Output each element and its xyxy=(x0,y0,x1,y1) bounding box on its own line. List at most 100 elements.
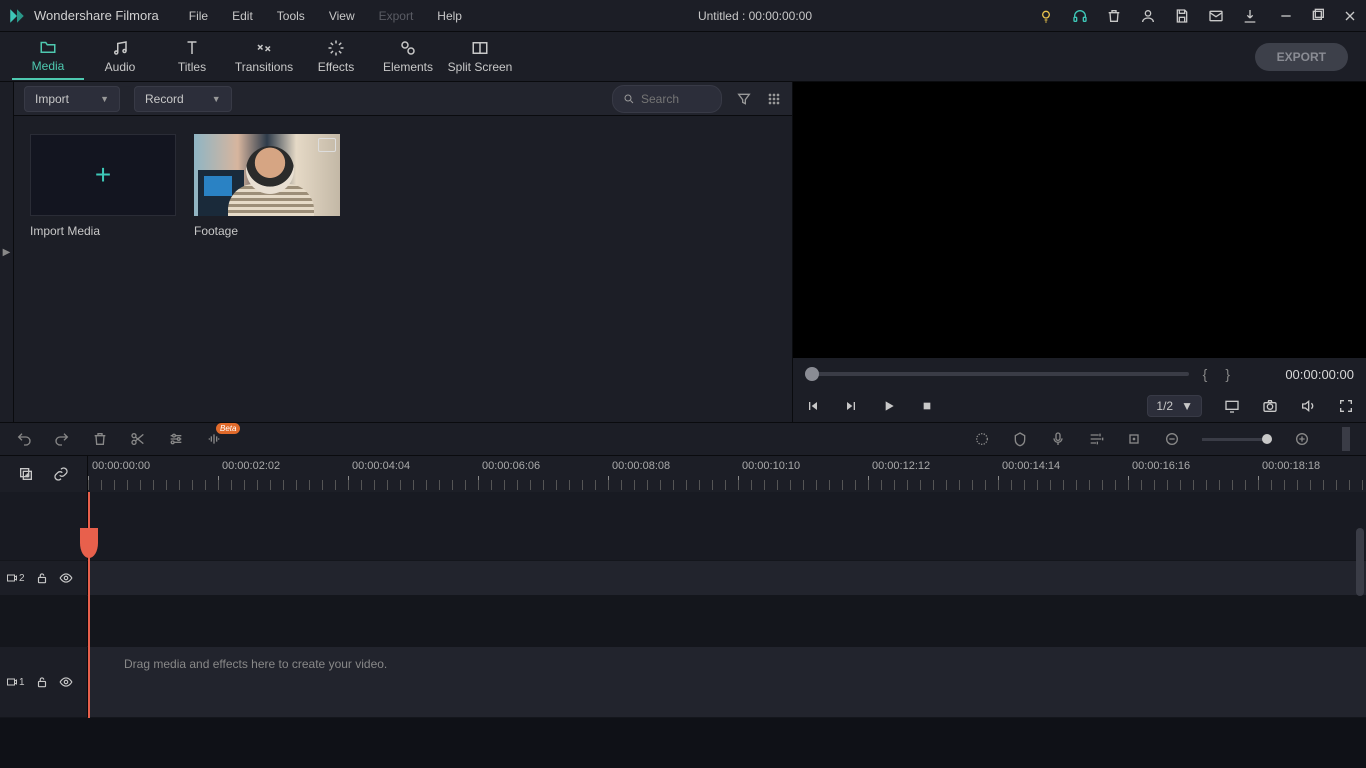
record-dropdown[interactable]: Record ▼ xyxy=(134,86,232,112)
search-input[interactable] xyxy=(641,92,711,106)
lock-icon[interactable] xyxy=(35,571,49,585)
preview-viewport[interactable] xyxy=(793,82,1366,358)
timeline-header: 00:00:00:00 00:00:02:02 00:00:04:04 00:0… xyxy=(0,456,1366,492)
filter-icon[interactable] xyxy=(736,91,752,107)
track-row-1[interactable]: 1 Drag media and effects here to create … xyxy=(0,646,1366,718)
media-clip-footage[interactable]: Footage xyxy=(194,134,340,238)
ruler-label: 00:00:08:08 xyxy=(612,460,670,472)
titlebar-icons xyxy=(1038,8,1258,24)
export-button[interactable]: EXPORT xyxy=(1255,43,1348,71)
music-icon xyxy=(111,39,129,57)
snapshot-icon[interactable] xyxy=(1262,398,1278,414)
undo-icon[interactable] xyxy=(16,431,32,447)
preview-quality-dropdown[interactable]: 1/2 ▼ xyxy=(1147,395,1202,417)
menu-edit[interactable]: Edit xyxy=(222,5,263,27)
redo-icon[interactable] xyxy=(54,431,70,447)
ruler-label: 00:00:06:06 xyxy=(482,460,540,472)
cursor-icon[interactable] xyxy=(1126,431,1142,447)
grid-view-icon[interactable] xyxy=(766,91,782,107)
scrub-track[interactable] xyxy=(805,372,1189,376)
stop-icon[interactable] xyxy=(919,398,935,414)
tab-audio[interactable]: Audio xyxy=(84,34,156,79)
dropdown-label: 1/2 xyxy=(1156,399,1173,413)
trash-icon[interactable] xyxy=(1106,8,1122,24)
transitions-icon xyxy=(255,39,273,57)
save-icon[interactable] xyxy=(1174,8,1190,24)
zoom-knob[interactable] xyxy=(1262,434,1272,444)
voiceover-icon[interactable] xyxy=(1050,431,1066,447)
tab-elements[interactable]: Elements xyxy=(372,34,444,79)
import-media-tile[interactable]: + Import Media xyxy=(30,134,176,238)
play-icon[interactable] xyxy=(881,398,897,414)
marker-icon[interactable] xyxy=(1012,431,1028,447)
tab-media[interactable]: Media xyxy=(12,33,84,80)
tab-label: Transitions xyxy=(235,60,293,74)
app-logo-icon xyxy=(8,7,26,25)
tab-label: Elements xyxy=(383,60,433,74)
eye-icon[interactable] xyxy=(59,571,73,585)
tab-split-screen[interactable]: Split Screen xyxy=(444,34,516,79)
chevron-down-icon: ▼ xyxy=(1181,399,1193,413)
mark-out-icon[interactable]: } xyxy=(1221,366,1234,382)
track-content[interactable] xyxy=(88,561,1366,595)
eye-icon[interactable] xyxy=(59,675,73,689)
idea-icon[interactable] xyxy=(1038,8,1054,24)
adjust-icon[interactable] xyxy=(168,431,184,447)
menu-tools[interactable]: Tools xyxy=(267,5,315,27)
split-tool-icon[interactable] xyxy=(130,431,146,447)
link-icon[interactable] xyxy=(53,466,69,482)
zoom-in-icon[interactable] xyxy=(1294,431,1310,447)
search-box[interactable] xyxy=(612,85,722,113)
download-icon[interactable] xyxy=(1242,8,1258,24)
prev-frame-icon[interactable] xyxy=(805,398,821,414)
folder-icon xyxy=(39,38,57,56)
menu-help[interactable]: Help xyxy=(427,5,472,27)
mark-in-icon[interactable]: { xyxy=(1199,366,1212,382)
scrub-knob[interactable] xyxy=(805,367,819,381)
maximize-icon[interactable] xyxy=(1310,8,1326,24)
next-frame-icon[interactable] xyxy=(843,398,859,414)
add-track-icon[interactable] xyxy=(18,466,34,482)
volume-icon[interactable] xyxy=(1300,398,1316,414)
tab-label: Audio xyxy=(105,60,136,74)
sparkle-icon xyxy=(327,39,345,57)
mixer-icon[interactable] xyxy=(1088,431,1104,447)
audio-meter[interactable] xyxy=(1342,427,1350,451)
render-icon[interactable] xyxy=(974,431,990,447)
ruler-label: 00:00:02:02 xyxy=(222,460,280,472)
mail-icon[interactable] xyxy=(1208,8,1224,24)
audio-stretch-icon[interactable]: Beta xyxy=(206,431,222,447)
menu-view[interactable]: View xyxy=(319,5,365,27)
sidebar-toggle[interactable]: ▶ xyxy=(0,82,14,422)
track-head-2: 2 xyxy=(0,561,88,595)
playhead[interactable] xyxy=(88,492,90,718)
timeline-ruler[interactable]: 00:00:00:00 00:00:02:02 00:00:04:04 00:0… xyxy=(88,456,1366,492)
tab-transitions[interactable]: Transitions xyxy=(228,34,300,79)
menu-file[interactable]: File xyxy=(179,5,218,27)
lock-icon[interactable] xyxy=(35,675,49,689)
tab-effects[interactable]: Effects xyxy=(300,34,372,79)
tab-label: Effects xyxy=(318,60,354,74)
app-name: Wondershare Filmora xyxy=(34,8,159,23)
delete-icon[interactable] xyxy=(92,431,108,447)
display-icon[interactable] xyxy=(1224,398,1240,414)
dropdown-label: Record xyxy=(145,92,184,106)
window-controls xyxy=(1278,8,1358,24)
tab-titles[interactable]: Titles xyxy=(156,34,228,79)
search-icon xyxy=(623,91,635,107)
headset-icon[interactable] xyxy=(1072,8,1088,24)
media-panel: Import▼ Record ▼ + Import Media Footage xyxy=(14,82,792,422)
track-video-badge: 1 xyxy=(6,676,25,688)
minimize-icon[interactable] xyxy=(1278,8,1294,24)
track-row-2[interactable]: 2 xyxy=(0,560,1366,596)
playhead-knob[interactable] xyxy=(80,528,98,558)
import-dropdown[interactable]: Import▼ xyxy=(24,86,120,112)
close-icon[interactable] xyxy=(1342,8,1358,24)
account-icon[interactable] xyxy=(1140,8,1156,24)
fullscreen-icon[interactable] xyxy=(1338,398,1354,414)
zoom-slider[interactable] xyxy=(1202,438,1272,441)
track-content[interactable]: Drag media and effects here to create yo… xyxy=(88,647,1366,717)
chevron-down-icon: ▼ xyxy=(212,94,221,104)
zoom-out-icon[interactable] xyxy=(1164,431,1180,447)
menu-export: Export xyxy=(369,5,424,27)
